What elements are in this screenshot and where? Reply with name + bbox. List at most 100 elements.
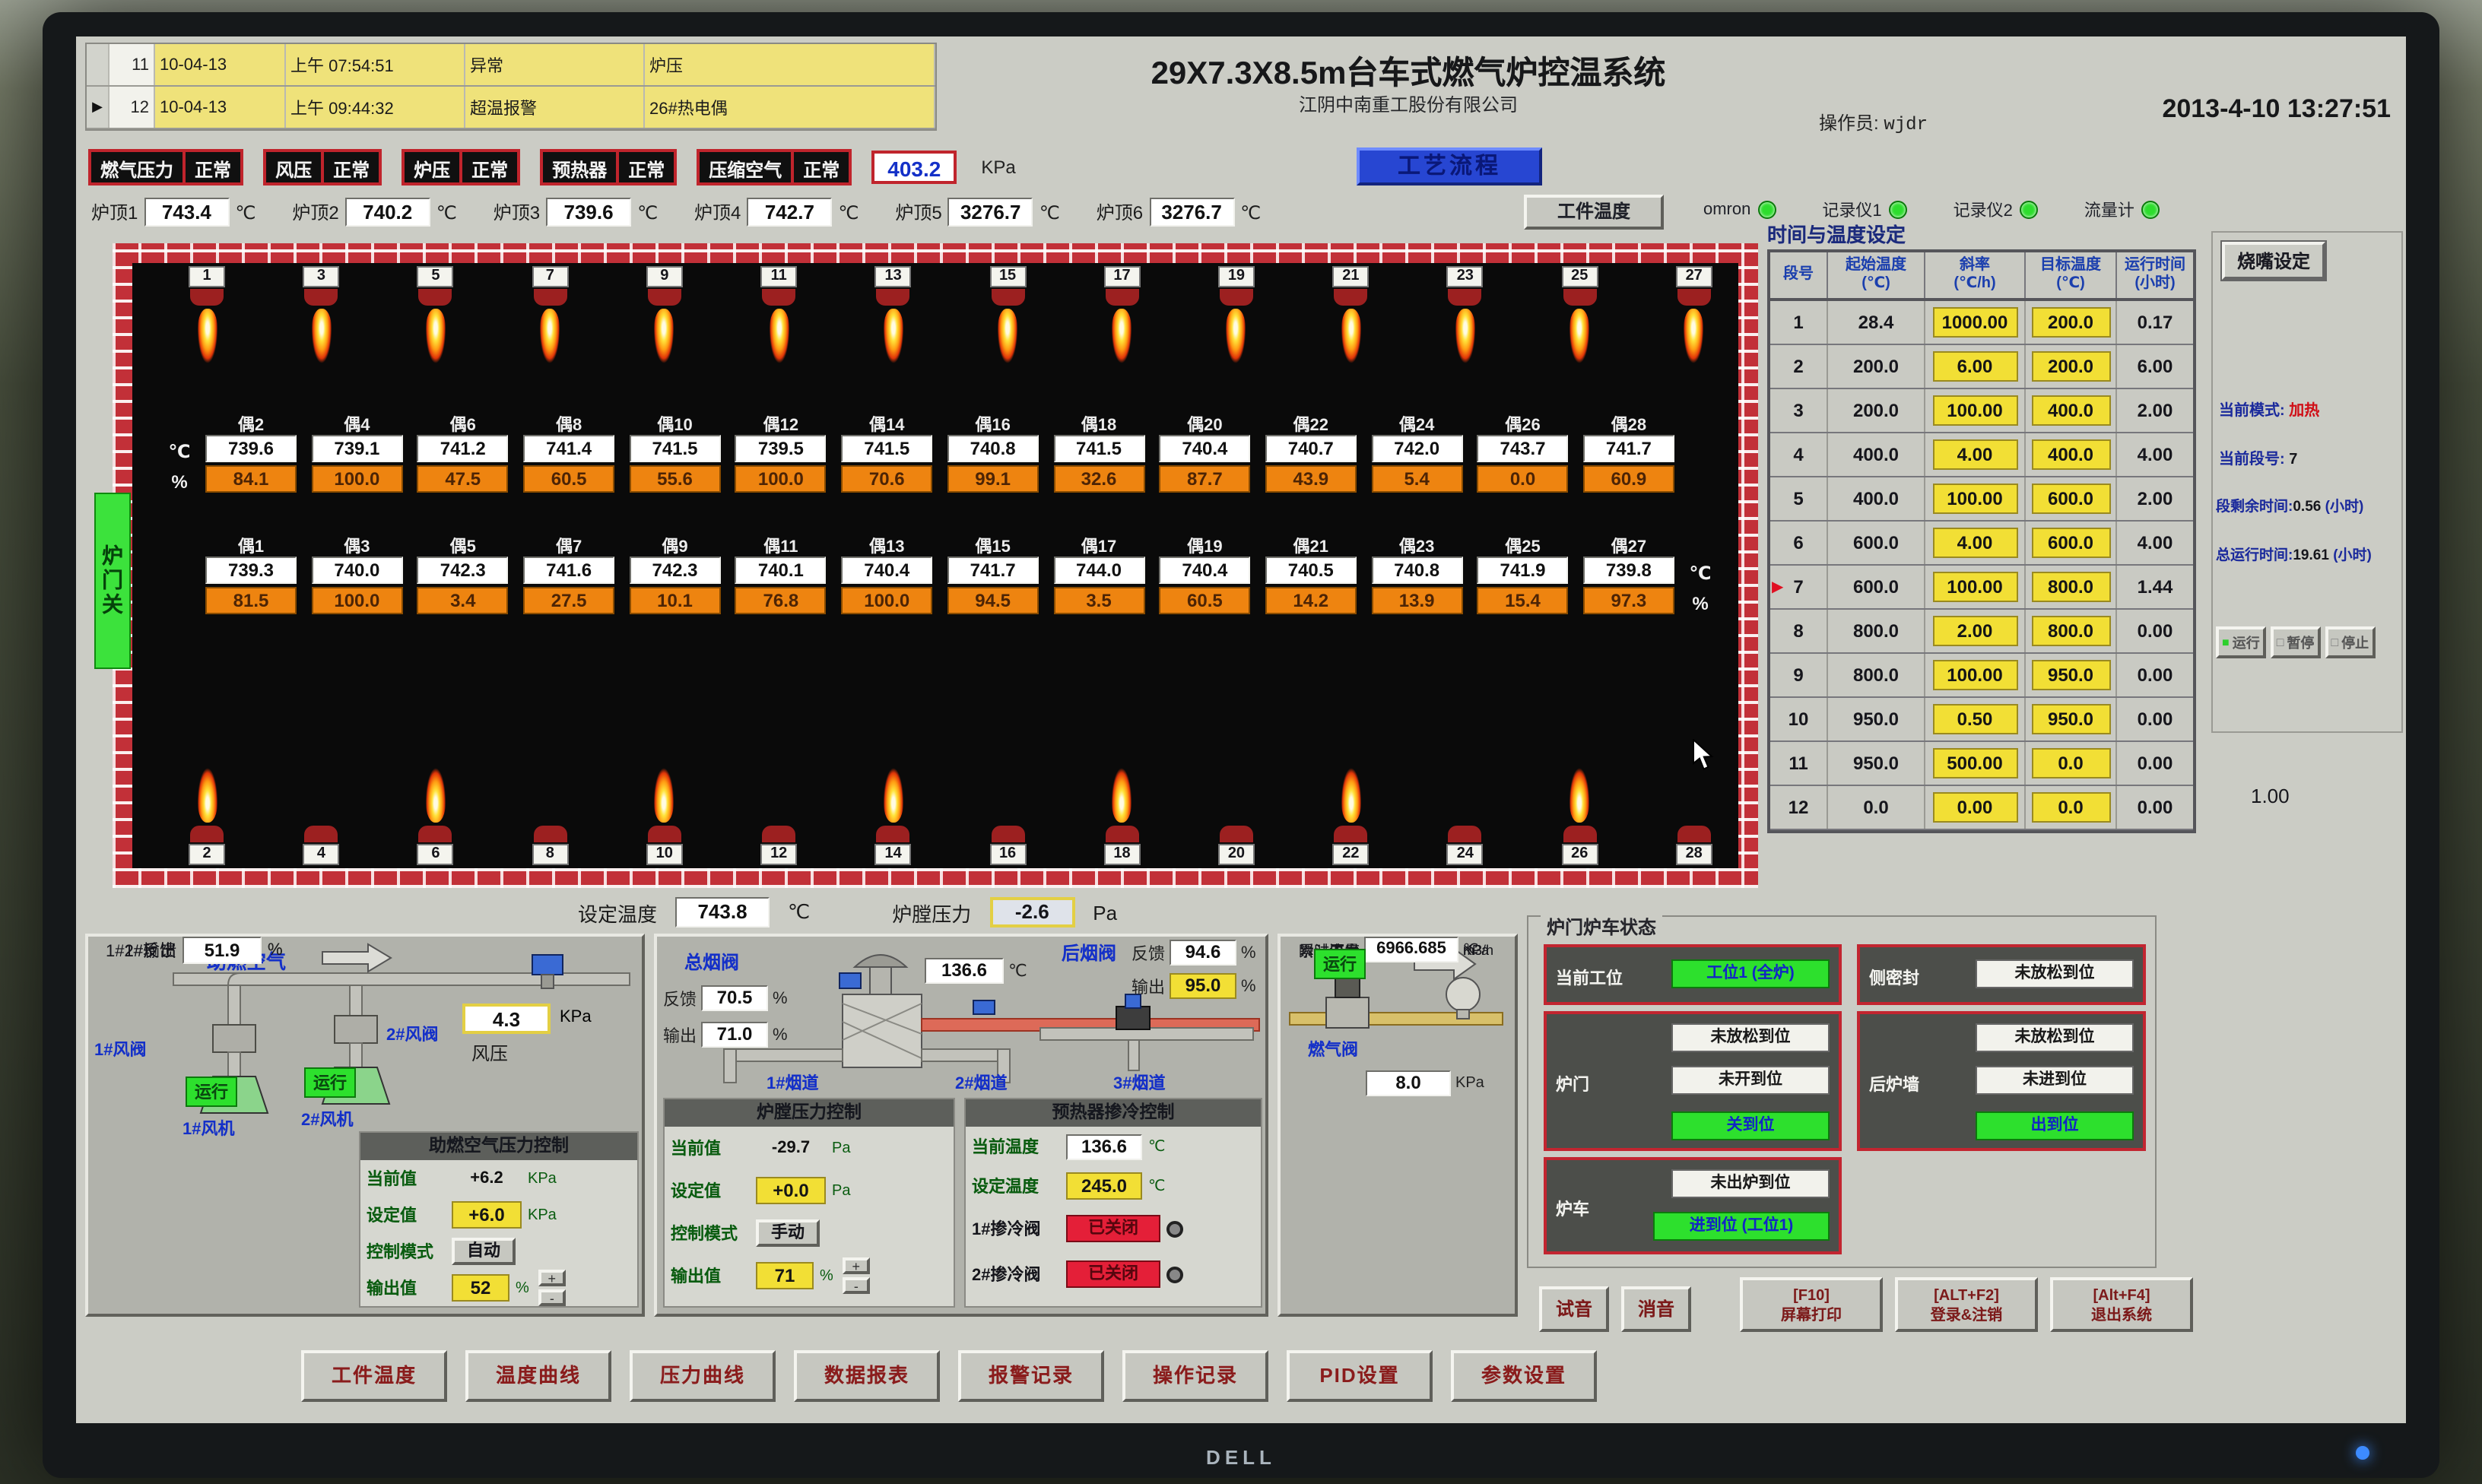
thermocouple-label: 偶1 <box>238 534 264 556</box>
ramp-rate-input[interactable]: 100.00 <box>1932 395 2017 426</box>
nav-button[interactable]: 操作记录 <box>1122 1350 1268 1402</box>
run-control-button[interactable]: ■ 运行 <box>2216 626 2266 658</box>
sound-button[interactable]: 消音 <box>1621 1286 1691 1332</box>
ramp-rate-input[interactable]: 4.00 <box>1932 439 2017 470</box>
ramp-rate-input[interactable]: 100.00 <box>1932 572 2017 602</box>
ramp-rate: 100.00 <box>1925 566 2026 608</box>
eye-icon[interactable] <box>1166 1220 1183 1237</box>
nav-button[interactable]: 压力曲线 <box>630 1350 776 1402</box>
side-seal-label: 侧密封 <box>1869 966 1919 990</box>
target-temp-input[interactable]: 400.0 <box>2031 439 2110 470</box>
main-flue-output: 71.0 <box>701 1022 768 1048</box>
burner: 3 <box>298 266 344 400</box>
target-temp-input[interactable]: 200.0 <box>2031 351 2110 382</box>
ramp-rate-input[interactable]: 100.00 <box>1932 484 2017 514</box>
thermocouple-cell: 偶11 740.1 76.8 <box>732 534 830 614</box>
decrease-button[interactable]: - <box>843 1277 870 1294</box>
nav-button[interactable]: 报警记录 <box>958 1350 1104 1402</box>
run-control-button[interactable]: □ 停止 <box>2325 626 2375 658</box>
target-temp-input[interactable]: 200.0 <box>2031 307 2110 338</box>
out-value-input[interactable]: 52 <box>452 1274 509 1302</box>
sound-button[interactable]: 试音 <box>1539 1286 1609 1332</box>
set-value-input[interactable]: +0.0 <box>756 1177 826 1204</box>
function-button[interactable]: [Alt+F4] 退出系统 <box>2050 1277 2193 1332</box>
roof-temp: 炉顶6 3276.7 ℃ <box>1097 198 1261 227</box>
ramp-rate-input[interactable]: 6.00 <box>1932 351 2017 382</box>
nav-button[interactable]: 参数设置 <box>1451 1350 1597 1402</box>
thermocouple-output-pct: 94.5 <box>947 587 1039 614</box>
target-temp-input[interactable]: 400.0 <box>2031 395 2110 426</box>
air-pressure-value: 4.3 <box>462 1004 551 1034</box>
preheater-cooling-title: 预热器掺冷控制 <box>966 1099 1261 1127</box>
increase-button[interactable]: + <box>538 1270 566 1286</box>
target-temp-input[interactable]: 0.0 <box>2031 792 2110 823</box>
thermocouple-cell: 偶22 740.7 43.9 <box>1262 412 1360 493</box>
function-button[interactable]: [F10] 屏幕打印 <box>1740 1277 1883 1332</box>
run-time: 0.00 <box>2117 786 2193 829</box>
ramp-rate-input[interactable]: 0.50 <box>1932 704 2017 734</box>
ramp-rate-input[interactable]: 100.00 <box>1932 660 2017 690</box>
eye-icon[interactable] <box>1166 1266 1183 1283</box>
function-label: 登录&注销 <box>1931 1308 2002 1324</box>
compressed-air-pressure-unit: KPa <box>981 157 1015 178</box>
door-group: 炉门 未放松到位 未开到位 关到位 <box>1544 1011 1842 1151</box>
target-temp-input[interactable]: 600.0 <box>2031 484 2110 514</box>
increase-button[interactable]: + <box>843 1257 870 1274</box>
run-time: 0.00 <box>2117 742 2193 785</box>
function-button[interactable]: [ALT+F2] 登录&注销 <box>1895 1277 2038 1332</box>
alarm-row-date: 10-04-13 <box>155 44 286 85</box>
col-time: 运行时间(小时) <box>2117 252 2193 298</box>
thermocouple-label: 偶18 <box>1081 412 1117 435</box>
flue-temp-value: 136.6 <box>925 958 1004 984</box>
roof-temp-label: 炉顶5 <box>895 199 941 225</box>
flame-icon <box>1570 762 1589 823</box>
out-value-input[interactable]: 71 <box>756 1262 814 1289</box>
target-temp-input[interactable]: 950.0 <box>2031 660 2110 690</box>
ramp-rate-input[interactable]: 1000.00 <box>1932 307 2017 338</box>
burner: 4 <box>298 731 344 865</box>
thermocouple-output-pct: 3.4 <box>417 587 509 614</box>
decrease-button[interactable]: - <box>538 1289 566 1306</box>
nav-button[interactable]: PID设置 <box>1287 1350 1433 1402</box>
mode-toggle-button[interactable]: 自动 <box>452 1238 516 1265</box>
out-label: 输出 <box>1132 974 1165 998</box>
alarm-row-date: 10-04-13 <box>155 87 286 128</box>
station-state: 工位1 (全炉) <box>1671 959 1830 988</box>
process-flow-button[interactable]: 工艺流程 <box>1357 147 1542 186</box>
rear-wall-group: 后炉墙 未放松到位 未进到位 出到位 <box>1857 1011 2146 1151</box>
thermocouple-output-pct: 43.9 <box>1265 465 1357 493</box>
burner-number: 3 <box>303 266 339 287</box>
burner-number: 10 <box>646 844 683 865</box>
flame-icon <box>540 309 560 369</box>
set-value-input[interactable]: +6.0 <box>452 1201 522 1229</box>
mode-toggle-button[interactable]: 手动 <box>756 1219 820 1247</box>
nav-button[interactable]: 工件温度 <box>301 1350 447 1402</box>
target-temp-input[interactable]: 800.0 <box>2031 616 2110 646</box>
start-temp: 400.0 <box>1828 433 1925 476</box>
thermocouple-temp: 739.6 <box>205 435 297 462</box>
ramp-rate-input[interactable]: 500.00 <box>1932 748 2017 778</box>
air-piping-diagram <box>94 943 642 1143</box>
burner-settings-title[interactable]: 烧嘴设定 <box>2222 242 2325 280</box>
nav-button[interactable]: 数据报表 <box>794 1350 940 1402</box>
thermocouple-output-pct: 47.5 <box>417 465 509 493</box>
roof-temp-unit: ℃ <box>436 201 457 223</box>
set-temp-input[interactable]: 245.0 <box>1066 1172 1142 1200</box>
workpiece-temp-button[interactable]: 工件温度 <box>1524 195 1664 230</box>
alarm-row-source: 炉压 <box>645 44 935 85</box>
ramp-rate-input[interactable]: 4.00 <box>1932 528 2017 558</box>
ramp-rate-input[interactable]: 2.00 <box>1932 616 2017 646</box>
roof-temp-unit: ℃ <box>637 201 658 223</box>
nav-button[interactable]: 温度曲线 <box>465 1350 611 1402</box>
target-temp-input[interactable]: 600.0 <box>2031 528 2110 558</box>
target-temp-input[interactable]: 950.0 <box>2031 704 2110 734</box>
ramp-rate-input[interactable]: 0.00 <box>1932 792 2017 823</box>
thermocouple-cell: 偶3 740.0 100.0 <box>308 534 405 614</box>
alarm-row[interactable]: ▶ 12 10-04-13 上午 09:44:32 超温报警 26#热电偶 <box>87 87 935 129</box>
target-temp-input[interactable]: 0.0 <box>2031 748 2110 778</box>
run-control-button[interactable]: □ 暂停 <box>2271 626 2321 658</box>
target-temp-input[interactable]: 800.0 <box>2031 572 2110 602</box>
status-bar: 燃气压力 正常 风压 正常 炉压 正常 <box>88 149 1016 186</box>
rear-flue-output[interactable]: 95.0 <box>1170 973 1236 999</box>
alarm-row[interactable]: 11 10-04-13 上午 07:54:51 异常 炉压 <box>87 44 935 87</box>
